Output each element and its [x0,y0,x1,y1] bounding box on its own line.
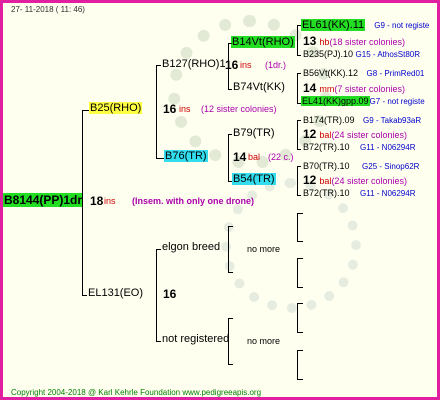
g4-row-5: 14 mm(7 sister colonies) [303,81,405,95]
generated-date: 27- 11-2018 ( 11: 46) [11,5,85,14]
g4-b72a-name: B72(TR).10 [303,142,350,152]
g4-b70-info: G25 - Sinop62R [362,162,420,171]
root-count: 18 [90,194,104,208]
g4-el61-name: EL61(KK).11 [301,19,366,31]
g4-row-1[interactable]: EL61(KK).11 G9 - not registe [301,19,429,31]
g4-row-8: 12 bal(24 sister colonies) [303,127,407,141]
node-b25[interactable]: B25(RHO) [89,102,143,114]
g4-r2-note: (18 sister colonies) [329,37,405,47]
g4-b235-info: G15 - AthosSt80R [355,50,421,59]
g4-b72b-info: G11 - N06294R [360,189,416,198]
g4-r8-code: bal [319,130,332,140]
g4-row-6[interactable]: EL41(KK)gpp.09G7 - not registe [301,96,425,106]
node-el131[interactable]: EL131(EO) [87,287,144,299]
root-code: ins [104,196,116,206]
g4-r11-note: (24 sister colonies) [331,176,407,186]
g4-row-9[interactable]: B72(TR).10 G11 - N06294R [303,142,415,152]
g4-r2-count: 13 [303,34,317,48]
g4-row-10[interactable]: B70(TR).10 G25 - Sinop62R [303,161,419,171]
g4-b56-name: B56Vt(KK).12 [303,68,359,78]
g4-b174-name: B174(TR).09 [303,115,355,125]
b25-note: (12 sister colonies) [201,104,277,114]
g4-row-4[interactable]: B56Vt(KK).12 G8 - PrimRed01 [303,68,424,78]
b127-note: (1dr.) [265,60,287,70]
g4-el61-info: G9 - not registe [374,21,430,30]
g4-row-2: 13 hb(18 sister colonies) [303,34,405,48]
g4-b72a-info: G11 - N06294R [360,143,416,152]
node-b54[interactable]: B54(TR) [232,173,276,185]
g4-r8-note: (24 sister colonies) [331,130,407,140]
b76-note: (22 c.) [268,152,294,162]
b127-count: 16 [225,58,239,72]
node-b14vt[interactable]: B14Vt(RHO) [231,36,295,48]
g4-r11-count: 12 [303,173,317,187]
el131-count: 16 [163,287,177,301]
b76-code: bal [248,152,261,162]
node-elgon-breed[interactable]: elgon breed [161,241,221,253]
g4-el41-name: EL41(KK)gpp.09 [301,96,370,106]
g4-b72b-name: B72(TR).10 [303,188,350,198]
g4-r2-code: hb [319,37,330,47]
pedigree-frame: 27- 11-2018 ( 11: 46) B8144(PP)1dr 18 in… [0,0,440,400]
g4-b70-name: B70(TR).10 [303,161,350,171]
b25-code: ins [179,104,191,114]
root-node[interactable]: B8144(PP)1dr [3,193,84,207]
g4-el41-info: G7 - not registe [369,97,425,106]
elgon-more[interactable]: no more [247,244,280,254]
g4-b56-info: G8 - PrimRed01 [366,69,425,78]
g4-r11-code: bal [319,176,332,186]
copyright-footer: Copyright 2004-2018 @ Karl Kehrle Founda… [11,388,262,397]
g4-r5-count: 14 [303,81,317,95]
node-b74vt[interactable]: B74Vt(KK) [232,81,286,93]
g4-b174-info: G9 - Takab93aR [363,116,422,125]
notreg-more[interactable]: no more [247,336,280,346]
node-b79[interactable]: B79(TR) [232,127,276,139]
g4-row-12[interactable]: B72(TR).10 G11 - N06294R [303,188,415,198]
node-b76[interactable]: B76(TR) [164,150,208,162]
g4-row-7[interactable]: B174(TR).09 G9 - Takab93aR [303,115,421,125]
b127-code: ins [240,60,252,70]
g4-row-3[interactable]: B235(PJ).10 G15 - AthosSt80R [303,49,420,59]
g4-row-11: 12 bal(24 sister colonies) [303,173,407,187]
b76-count: 14 [233,150,247,164]
node-b127[interactable]: B127(RHO)1 [161,58,227,70]
g4-r5-code: mm [319,84,335,94]
b25-count: 16 [163,102,177,116]
root-note: (Insem. with only one drone) [132,196,255,206]
node-not-registered[interactable]: not registered [161,333,230,345]
g4-r5-note: (7 sister colonies) [334,84,405,94]
g4-b235-name: B235(PJ).10 [303,49,354,59]
g4-r8-count: 12 [303,127,317,141]
